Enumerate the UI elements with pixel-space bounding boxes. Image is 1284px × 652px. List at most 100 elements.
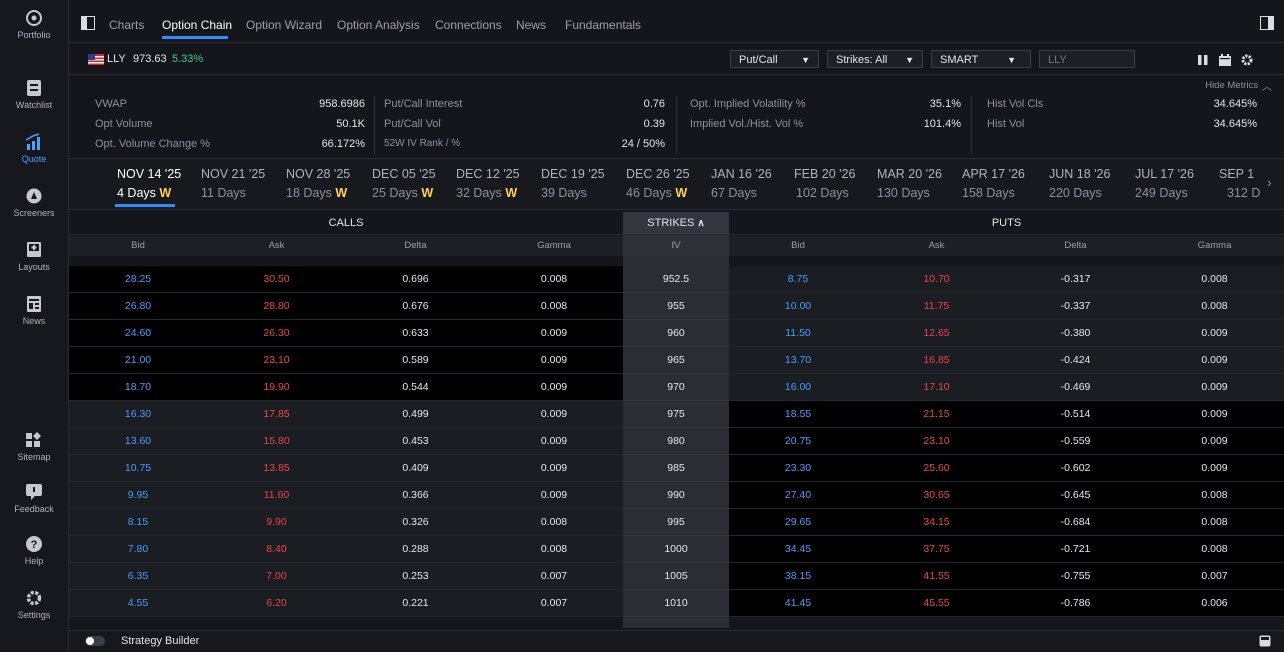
putcall-select[interactable]: Put/Call ▼ [730,50,819,68]
table-row[interactable]: 7.80 8.40 0.288 0.008 1000 34.45 37.75 -0.721 0.… [69,536,1284,563]
strategy-builder-label[interactable]: Strategy Builder [121,635,199,647]
put-ask-cell[interactable]: 11.75 [867,293,1006,320]
call-gamma-cell[interactable]: 0.008 [485,509,623,536]
call-ask-cell[interactable]: 11.60 [207,482,346,509]
put-gamma-cell[interactable]: 0.009 [1145,347,1284,374]
calls-gamma-header[interactable]: Gamma [485,236,623,256]
iv-header[interactable]: IV [623,236,729,256]
put-bid-cell[interactable]: 18.55 [729,401,867,428]
puts-bid-header[interactable]: Bid [729,236,867,256]
tab-option-chain[interactable]: Option Chain [162,18,232,32]
call-bid-cell[interactable]: 21.00 [69,347,207,374]
call-bid-cell[interactable]: 7.80 [69,536,207,563]
table-row[interactable]: 24.60 26.30 0.633 0.009 960 11.50 12.65 -0.380 0… [69,320,1284,347]
sidebar-item-watchlist[interactable]: Watchlist [0,78,68,110]
put-ask-cell[interactable]: 10.70 [867,266,1006,293]
puts-delta-header[interactable]: Delta [1006,236,1145,256]
call-bid-cell[interactable]: 24.60 [69,320,207,347]
put-ask-cell[interactable]: 25.60 [867,455,1006,482]
put-gamma-cell[interactable]: 0.008 [1145,509,1284,536]
chevron-right-icon[interactable]: › [1267,174,1272,190]
call-bid-cell[interactable]: 16.30 [69,401,207,428]
table-row[interactable]: 8.15 9.90 0.326 0.008 995 29.65 34.15 -0.684 0.0… [69,509,1284,536]
sidebar-item-screeners[interactable]: Screeners [0,186,68,218]
put-gamma-cell[interactable]: 0.009 [1145,428,1284,455]
sidebar-item-layouts[interactable]: Layouts [0,240,68,272]
call-gamma-cell[interactable]: 0.008 [485,293,623,320]
tab-news[interactable]: News [516,18,546,32]
call-delta-cell[interactable]: 0.696 [346,266,485,293]
put-bid-cell[interactable]: 41.45 [729,590,867,617]
call-gamma-cell[interactable]: 0.009 [485,374,623,401]
table-row[interactable]: 9.95 11.60 0.366 0.009 990 27.40 30.65 -0.645 0.… [69,482,1284,509]
call-delta-cell[interactable]: 0.589 [346,347,485,374]
chevron-up-icon[interactable]: ︿ [1262,78,1272,93]
call-gamma-cell[interactable]: 0.008 [485,536,623,563]
tab-option-wizard[interactable]: Option Wizard [246,18,322,32]
call-ask-cell[interactable]: 17.85 [207,401,346,428]
call-bid-cell[interactable]: 6.35 [69,563,207,590]
put-delta-cell[interactable]: -0.755 [1006,563,1145,590]
exchange-select[interactable]: SMART ▼ [931,50,1031,68]
put-ask-cell[interactable]: 41.55 [867,563,1006,590]
call-gamma-cell[interactable]: 0.008 [485,266,623,293]
put-bid-cell[interactable]: 20.75 [729,428,867,455]
sidebar-item-sitemap[interactable]: Sitemap [0,430,68,462]
call-gamma-cell[interactable]: 0.009 [485,428,623,455]
call-delta-cell[interactable]: 0.633 [346,320,485,347]
ticker-symbol[interactable]: LLY [107,53,126,65]
put-bid-cell[interactable]: 11.50 [729,320,867,347]
table-row[interactable]: 16.30 17.85 0.499 0.009 975 18.55 21.15 -0.514 0… [69,401,1284,428]
call-gamma-cell[interactable]: 0.007 [485,563,623,590]
tab-connections[interactable]: Connections [435,18,502,32]
call-ask-cell[interactable]: 30.50 [207,266,346,293]
gear-icon[interactable] [1240,53,1254,67]
put-gamma-cell[interactable]: 0.008 [1145,266,1284,293]
call-delta-cell[interactable]: 0.676 [346,293,485,320]
put-bid-cell[interactable]: 10.00 [729,293,867,320]
calls-ask-header[interactable]: Ask [207,236,346,256]
put-gamma-cell[interactable]: 0.007 [1145,563,1284,590]
table-row[interactable]: 26.80 28.80 0.676 0.008 955 10.00 11.75 -0.337 0… [69,293,1284,320]
call-delta-cell[interactable]: 0.409 [346,455,485,482]
table-row[interactable]: 10.75 13.85 0.409 0.009 985 23.30 25.60 -0.602 0… [69,455,1284,482]
put-ask-cell[interactable]: 12.65 [867,320,1006,347]
table-row[interactable]: 6.35 7.00 0.253 0.007 1005 38.15 41.55 -0.755 0.… [69,563,1284,590]
call-gamma-cell[interactable]: 0.009 [485,320,623,347]
call-gamma-cell[interactable]: 0.009 [485,347,623,374]
tab-charts[interactable]: Charts [109,18,144,32]
call-bid-cell[interactable]: 9.95 [69,482,207,509]
put-delta-cell[interactable]: -0.786 [1006,590,1145,617]
put-bid-cell[interactable]: 38.15 [729,563,867,590]
calls-bid-header[interactable]: Bid [69,236,207,256]
call-delta-cell[interactable]: 0.288 [346,536,485,563]
sidebar-item-feedback[interactable]: Feedback [0,482,68,514]
sidebar-item-settings[interactable]: Settings [0,588,68,620]
call-delta-cell[interactable]: 0.326 [346,509,485,536]
put-ask-cell[interactable]: 17.10 [867,374,1006,401]
calls-delta-header[interactable]: Delta [346,236,485,256]
put-delta-cell[interactable]: -0.559 [1006,428,1145,455]
put-bid-cell[interactable]: 23.30 [729,455,867,482]
strikes-section-header[interactable]: STRIKES ∧ [623,212,729,234]
put-delta-cell[interactable]: -0.602 [1006,455,1145,482]
call-ask-cell[interactable]: 15.80 [207,428,346,455]
strategy-builder-toggle[interactable] [85,636,105,646]
call-ask-cell[interactable]: 19.90 [207,374,346,401]
call-ask-cell[interactable]: 6.20 [207,590,346,617]
put-delta-cell[interactable]: -0.380 [1006,320,1145,347]
call-gamma-cell[interactable]: 0.009 [485,482,623,509]
put-delta-cell[interactable]: -0.684 [1006,509,1145,536]
put-ask-cell[interactable]: 30.65 [867,482,1006,509]
call-gamma-cell[interactable]: 0.009 [485,401,623,428]
call-ask-cell[interactable]: 8.40 [207,536,346,563]
panel-toggle-icon[interactable] [81,16,95,30]
put-gamma-cell[interactable]: 0.009 [1145,455,1284,482]
put-gamma-cell[interactable]: 0.009 [1145,374,1284,401]
table-row[interactable]: 28.25 30.50 0.696 0.008 952.5 8.75 10.70 -0.317… [69,266,1284,293]
hide-metrics-link[interactable]: Hide Metrics [1205,80,1258,91]
put-bid-cell[interactable]: 34.45 [729,536,867,563]
call-ask-cell[interactable]: 28.80 [207,293,346,320]
call-delta-cell[interactable]: 0.253 [346,563,485,590]
put-ask-cell[interactable]: 34.15 [867,509,1006,536]
